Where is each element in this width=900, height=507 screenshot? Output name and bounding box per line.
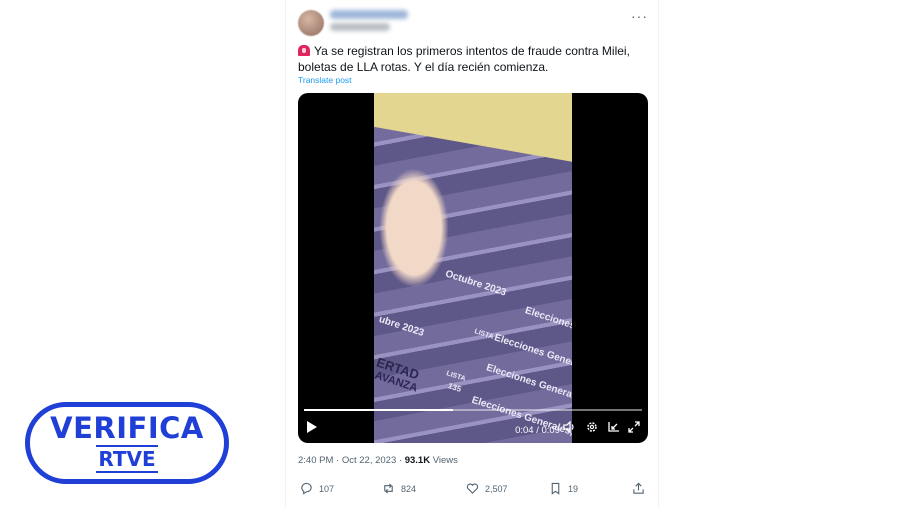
post-date[interactable]: Oct 22, 2023 — [342, 455, 396, 466]
heart-icon — [466, 483, 479, 494]
meta-separator: · — [398, 455, 403, 466]
bookmark-button[interactable]: 19 — [549, 482, 578, 495]
video-progress-bar[interactable] — [304, 409, 642, 411]
video-player[interactable]: Octubre 2023 Elecciones Elecciones Gener… — [298, 93, 648, 443]
siren-icon — [298, 45, 310, 56]
reply-button[interactable]: 107 — [300, 482, 334, 495]
tweet-body: Ya se registran los primeros intentos de… — [298, 44, 630, 74]
repost-button[interactable]: 824 — [382, 482, 416, 495]
logo-text-bottom: RTVE — [30, 445, 224, 473]
like-button[interactable]: 2,507 — [466, 482, 508, 495]
share-icon — [633, 482, 644, 494]
meta-separator: · — [336, 455, 340, 466]
video-controls: 0:04 / 0:09 — [298, 415, 648, 443]
post-time[interactable]: 2:40 PM — [298, 455, 333, 466]
duration: 0:09 — [541, 425, 561, 436]
repost-count: 824 — [401, 483, 417, 494]
bookmark-icon — [551, 482, 560, 495]
views-label: Views — [432, 455, 458, 466]
logo-text-top: VERIFICA — [50, 411, 204, 445]
settings-gear-icon[interactable] — [586, 421, 598, 436]
video-frame: Octubre 2023 Elecciones Elecciones Gener… — [374, 93, 572, 443]
more-options-icon[interactable]: ··· — [631, 8, 648, 24]
video-time: 0:04 / 0:09 — [515, 425, 560, 436]
tweet-meta: 2:40 PM · Oct 22, 2023 · 93.1K Views — [298, 455, 458, 466]
current-time: 0:04 — [515, 425, 534, 436]
share-button[interactable] — [632, 482, 651, 495]
blurred-handle[interactable] — [330, 23, 390, 31]
bookmark-count: 19 — [568, 483, 579, 494]
hand — [379, 168, 449, 288]
repost-icon — [384, 483, 393, 494]
video-progress-fill — [304, 409, 453, 411]
blurred-display-name[interactable] — [330, 10, 408, 19]
picture-in-picture-icon[interactable] — [607, 421, 620, 436]
play-icon[interactable] — [306, 421, 317, 436]
views-count: 93.1K — [404, 455, 431, 466]
fullscreen-icon[interactable] — [628, 421, 640, 436]
like-count: 2,507 — [485, 483, 508, 494]
verifica-rtve-watermark-logo: VERIFICA RTVE — [25, 402, 229, 484]
reply-count: 107 — [319, 483, 335, 494]
volume-icon[interactable] — [563, 420, 576, 436]
tweet-card: ··· Ya se registran los primeros intento… — [285, 0, 659, 507]
action-bar: 107 824 2,507 19 — [286, 482, 658, 500]
logo-text-rtve: RTVE — [96, 445, 158, 473]
tweet-text: Ya se registran los primeros intentos de… — [298, 43, 648, 75]
translate-post-link[interactable]: Translate post — [298, 75, 352, 85]
reply-icon — [301, 482, 312, 495]
avatar[interactable] — [298, 10, 324, 36]
